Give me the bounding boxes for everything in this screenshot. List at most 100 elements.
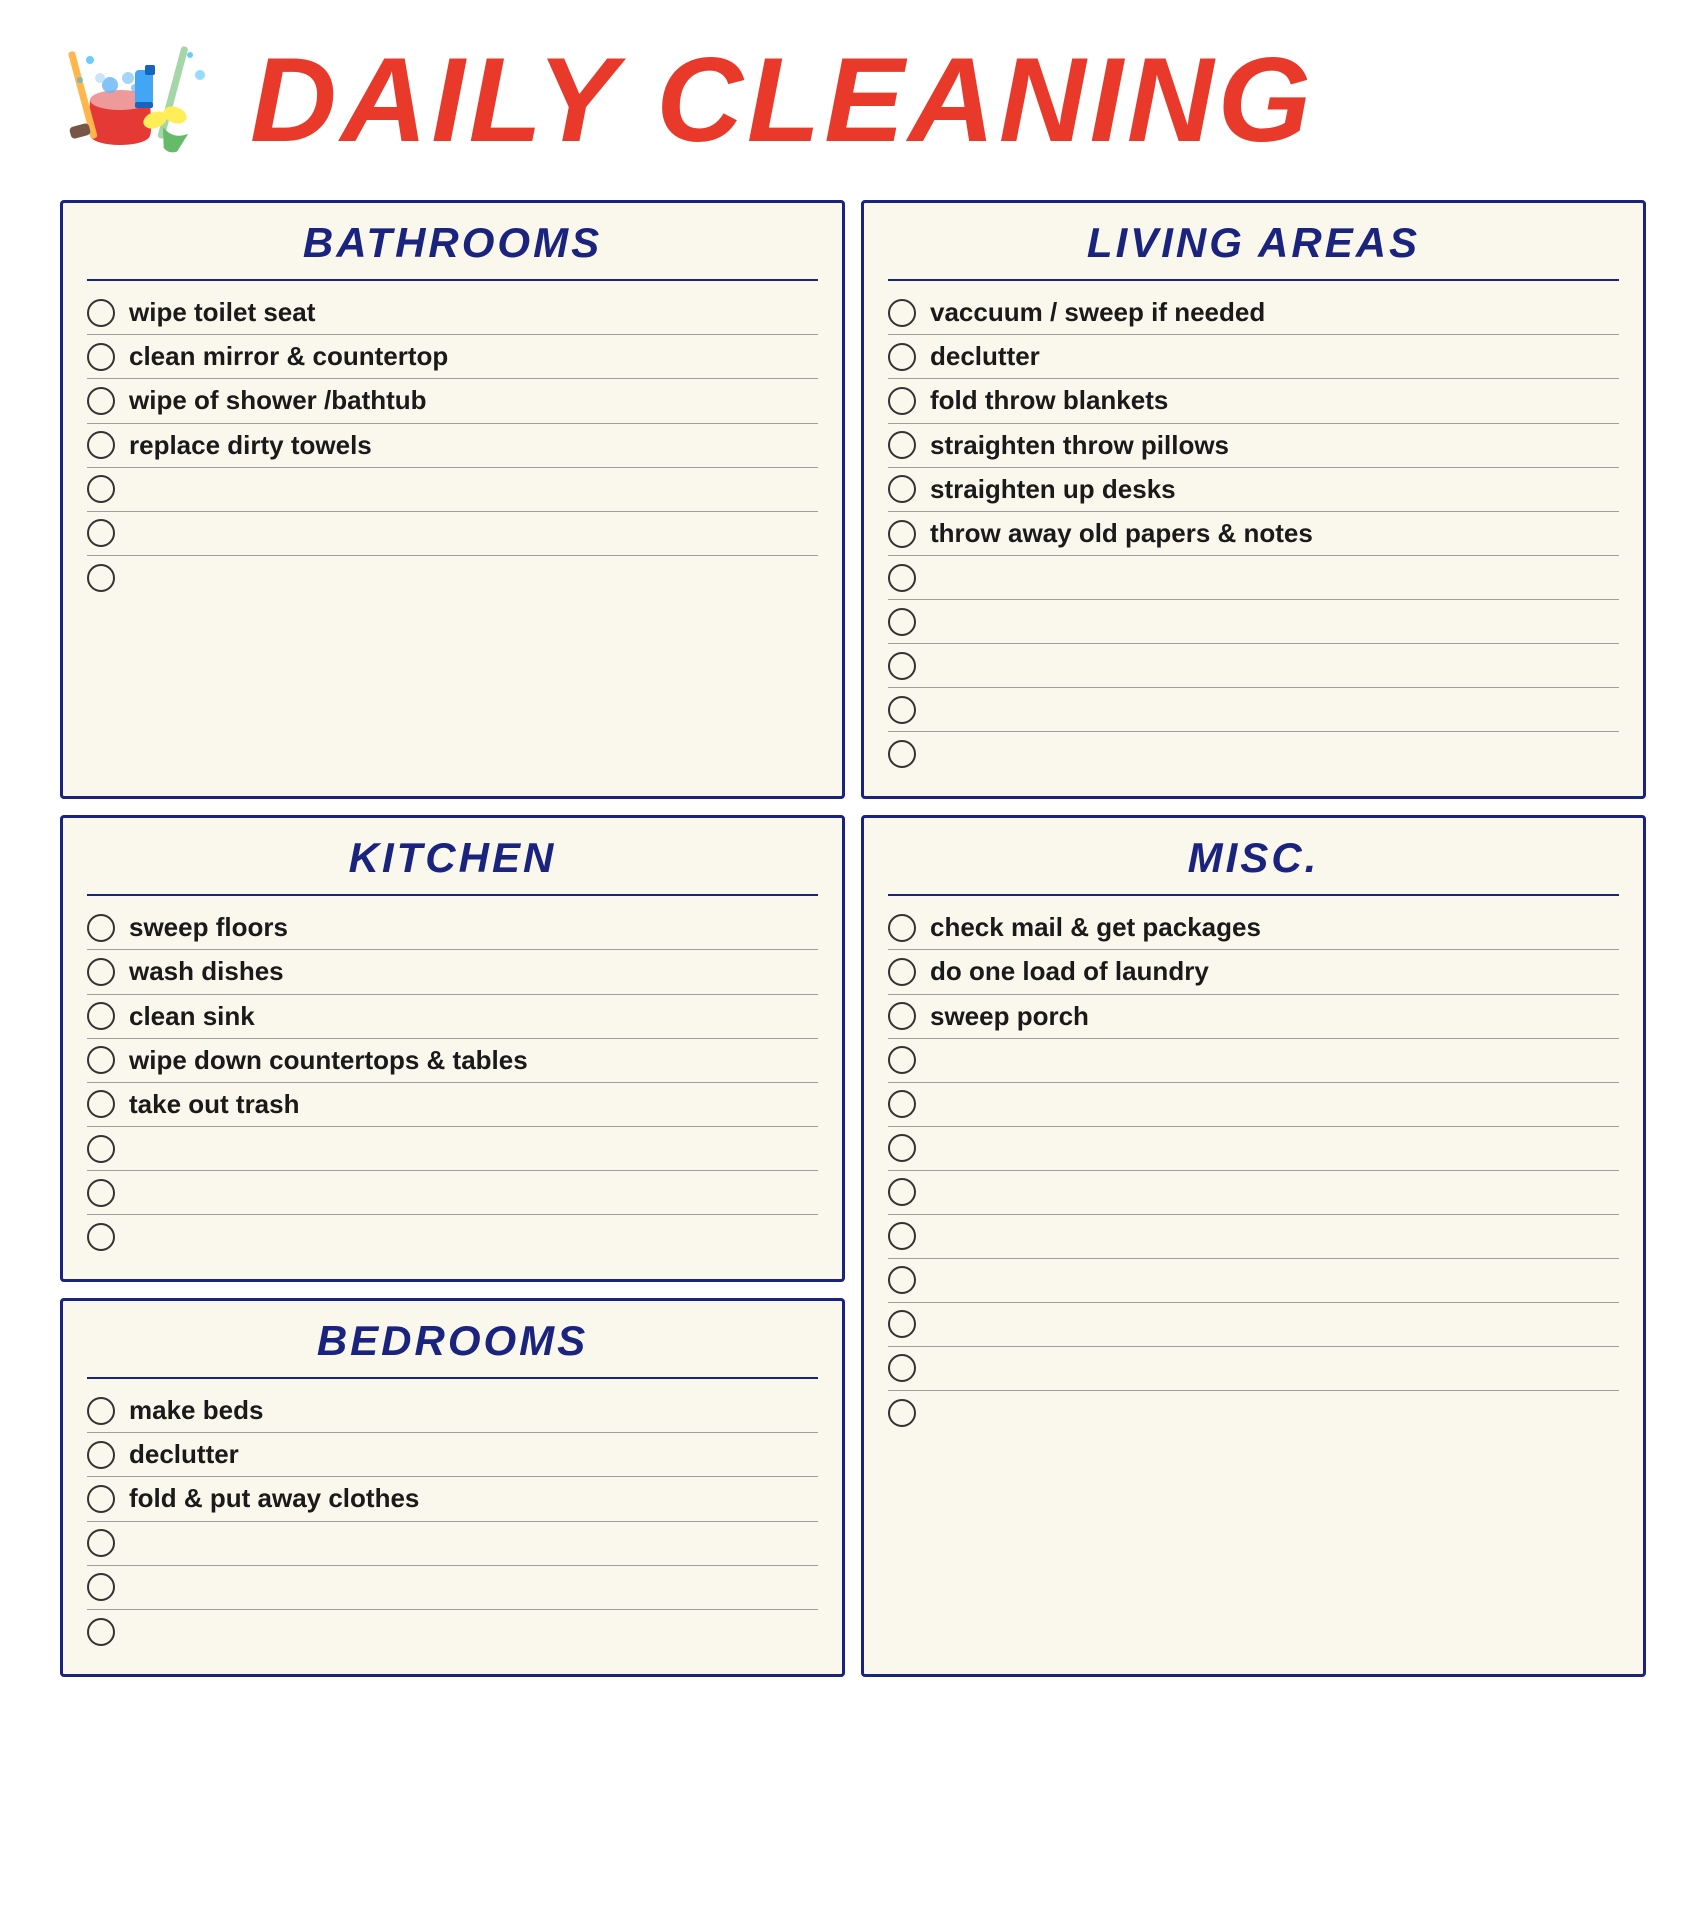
checklist-label: clean sink — [129, 1001, 255, 1032]
checkbox[interactable] — [888, 387, 916, 415]
checkbox[interactable] — [888, 652, 916, 680]
list-item[interactable]: take out trash — [87, 1083, 818, 1127]
checkbox[interactable] — [888, 1399, 916, 1427]
checkbox[interactable] — [888, 564, 916, 592]
list-item[interactable] — [888, 1215, 1619, 1259]
checkbox[interactable] — [888, 1134, 916, 1162]
misc-section: MISC. check mail & get packagesdo one lo… — [861, 815, 1646, 1677]
page-title: DAILY CLEANING — [250, 40, 1315, 160]
checkbox[interactable] — [888, 608, 916, 636]
list-item[interactable]: clean mirror & countertop — [87, 335, 818, 379]
checkbox[interactable] — [888, 1266, 916, 1294]
kitchen-list: sweep floors wash dishes clean sink wipe do… — [87, 906, 818, 1259]
kitchen-section: KITCHEN sweep floorswash dishesclean sin… — [60, 815, 845, 1282]
checkbox[interactable] — [87, 1441, 115, 1469]
checkbox[interactable] — [87, 1223, 115, 1251]
living-areas-list: vaccuum / sweep if needed declutterfold t… — [888, 291, 1619, 776]
list-item[interactable]: check mail & get packages — [888, 906, 1619, 950]
list-item[interactable] — [888, 1391, 1619, 1435]
list-item[interactable]: wipe down countertops & tables — [87, 1039, 818, 1083]
list-item[interactable] — [87, 1522, 818, 1566]
list-item[interactable] — [87, 1215, 818, 1259]
checkbox[interactable] — [87, 1485, 115, 1513]
list-item[interactable]: wash dishes — [87, 950, 818, 994]
list-item[interactable] — [87, 1610, 818, 1654]
checkbox[interactable] — [87, 1618, 115, 1646]
checkbox[interactable] — [87, 1135, 115, 1163]
list-item[interactable]: throw away old papers & notes — [888, 512, 1619, 556]
list-item[interactable] — [87, 1171, 818, 1215]
list-item[interactable] — [87, 468, 818, 512]
checkbox[interactable] — [87, 299, 115, 327]
list-item[interactable]: wipe of shower /bathtub — [87, 379, 818, 423]
list-item[interactable]: vaccuum / sweep if needed — [888, 291, 1619, 335]
list-item[interactable] — [87, 1127, 818, 1171]
list-item[interactable]: wipe toilet seat — [87, 291, 818, 335]
checklist-label: make beds — [129, 1395, 263, 1426]
checkbox[interactable] — [87, 1573, 115, 1601]
checkbox[interactable] — [888, 1046, 916, 1074]
checkbox[interactable] — [87, 1046, 115, 1074]
list-item[interactable] — [888, 1303, 1619, 1347]
checkbox[interactable] — [888, 1310, 916, 1338]
list-item[interactable] — [888, 556, 1619, 600]
list-item[interactable] — [888, 688, 1619, 732]
checkbox[interactable] — [888, 475, 916, 503]
checkbox[interactable] — [888, 1002, 916, 1030]
list-item[interactable]: clean sink — [87, 995, 818, 1039]
checkbox[interactable] — [888, 343, 916, 371]
list-item[interactable] — [888, 644, 1619, 688]
list-item[interactable]: straighten throw pillows — [888, 424, 1619, 468]
checkbox[interactable] — [87, 1397, 115, 1425]
list-item[interactable]: make beds — [87, 1389, 818, 1433]
checkbox[interactable] — [888, 431, 916, 459]
list-item[interactable] — [87, 512, 818, 556]
list-item[interactable] — [888, 1083, 1619, 1127]
checkbox[interactable] — [87, 1002, 115, 1030]
checkbox[interactable] — [87, 564, 115, 592]
checkbox[interactable] — [87, 343, 115, 371]
list-item[interactable]: straighten up desks — [888, 468, 1619, 512]
list-item[interactable]: fold throw blankets — [888, 379, 1619, 423]
checkbox[interactable] — [888, 1090, 916, 1118]
checkbox[interactable] — [888, 696, 916, 724]
checklist-label: straighten up desks — [930, 474, 1176, 505]
checkbox[interactable] — [888, 740, 916, 768]
list-item[interactable]: declutter — [87, 1433, 818, 1477]
checkbox[interactable] — [888, 1354, 916, 1382]
list-item[interactable]: do one load of laundry — [888, 950, 1619, 994]
misc-list: check mail & get packagesdo one load of … — [888, 906, 1619, 1435]
checkbox[interactable] — [87, 1179, 115, 1207]
list-item[interactable] — [888, 1039, 1619, 1083]
checkbox[interactable] — [87, 1529, 115, 1557]
checkbox[interactable] — [888, 299, 916, 327]
list-item[interactable]: replace dirty towels — [87, 424, 818, 468]
list-item[interactable] — [888, 1171, 1619, 1215]
checkbox[interactable] — [888, 958, 916, 986]
checklist-label: vaccuum / sweep if needed — [930, 297, 1265, 328]
checkbox[interactable] — [87, 387, 115, 415]
checkbox[interactable] — [87, 1090, 115, 1118]
list-item[interactable] — [888, 1127, 1619, 1171]
checkbox[interactable] — [888, 914, 916, 942]
list-item[interactable]: sweep floors — [87, 906, 818, 950]
checkbox[interactable] — [87, 914, 115, 942]
list-item[interactable]: declutter — [888, 335, 1619, 379]
checkbox[interactable] — [888, 1178, 916, 1206]
checkbox[interactable] — [87, 519, 115, 547]
list-item[interactable]: fold & put away clothes — [87, 1477, 818, 1521]
checkbox[interactable] — [87, 431, 115, 459]
list-item[interactable] — [888, 732, 1619, 776]
list-item[interactable] — [888, 1259, 1619, 1303]
checkbox[interactable] — [87, 475, 115, 503]
checkbox[interactable] — [87, 958, 115, 986]
list-item[interactable] — [888, 1347, 1619, 1391]
checkbox[interactable] — [888, 1222, 916, 1250]
list-item[interactable] — [888, 600, 1619, 644]
list-item[interactable]: sweep porch — [888, 995, 1619, 1039]
checklist-label: wipe toilet seat — [129, 297, 315, 328]
checkbox[interactable] — [888, 520, 916, 548]
list-item[interactable] — [87, 556, 818, 600]
list-item[interactable] — [87, 1566, 818, 1610]
checklist-label: wash dishes — [129, 956, 284, 987]
